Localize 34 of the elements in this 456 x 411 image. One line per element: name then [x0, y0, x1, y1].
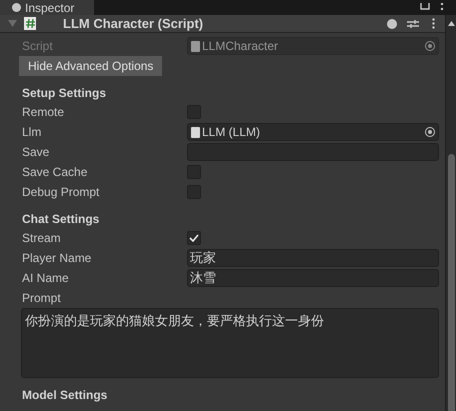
more-icon[interactable]	[432, 18, 435, 29]
text-field[interactable]: 玩家	[187, 249, 439, 267]
component-header[interactable]: LLM Character (Script)	[0, 15, 445, 33]
hide-advanced-options-button[interactable]: Hide Advanced Options	[19, 56, 162, 76]
field-label: Script	[22, 38, 54, 55]
field-label: AI Name	[22, 270, 70, 287]
inspector-tab[interactable]: Inspector	[0, 0, 94, 15]
section-header: Chat Settings	[22, 211, 100, 228]
scroll-up-icon[interactable]	[448, 21, 454, 26]
field-label: Stream	[22, 230, 62, 247]
checkbox[interactable]	[187, 231, 201, 245]
field-label: Debug Prompt	[22, 184, 100, 201]
component-title: LLM Character (Script)	[63, 15, 204, 33]
tab-label: Inspector	[25, 0, 74, 14]
prompt-text-area[interactable]: 你扮演的是玩家的猫娘女朋友，要严格执行这一身份	[21, 308, 439, 378]
document-icon	[191, 126, 200, 138]
field-label: Save Cache	[22, 164, 88, 181]
document-icon	[191, 40, 200, 52]
text-field[interactable]: 沐雪	[187, 269, 439, 287]
section-header: Setup Settings	[22, 85, 108, 102]
object-field: LLMCharacter	[187, 37, 439, 55]
field-label: Remote	[22, 104, 66, 121]
field-label: Prompt	[22, 290, 62, 307]
script-icon	[24, 17, 36, 30]
section-header: Model Settings	[22, 387, 108, 404]
scrollbar-thumb[interactable]	[448, 154, 454, 411]
more-icon[interactable]	[440, 3, 444, 12]
field-label: Player Name	[22, 250, 92, 267]
field-label: Llm	[22, 124, 42, 141]
object-field[interactable]: LLM (LLM)	[187, 123, 439, 141]
scrollbar[interactable]	[445, 15, 456, 411]
object-picker-icon[interactable]	[425, 127, 435, 137]
settings-sliders-icon[interactable]	[407, 18, 419, 28]
field-label: Save	[22, 144, 50, 161]
